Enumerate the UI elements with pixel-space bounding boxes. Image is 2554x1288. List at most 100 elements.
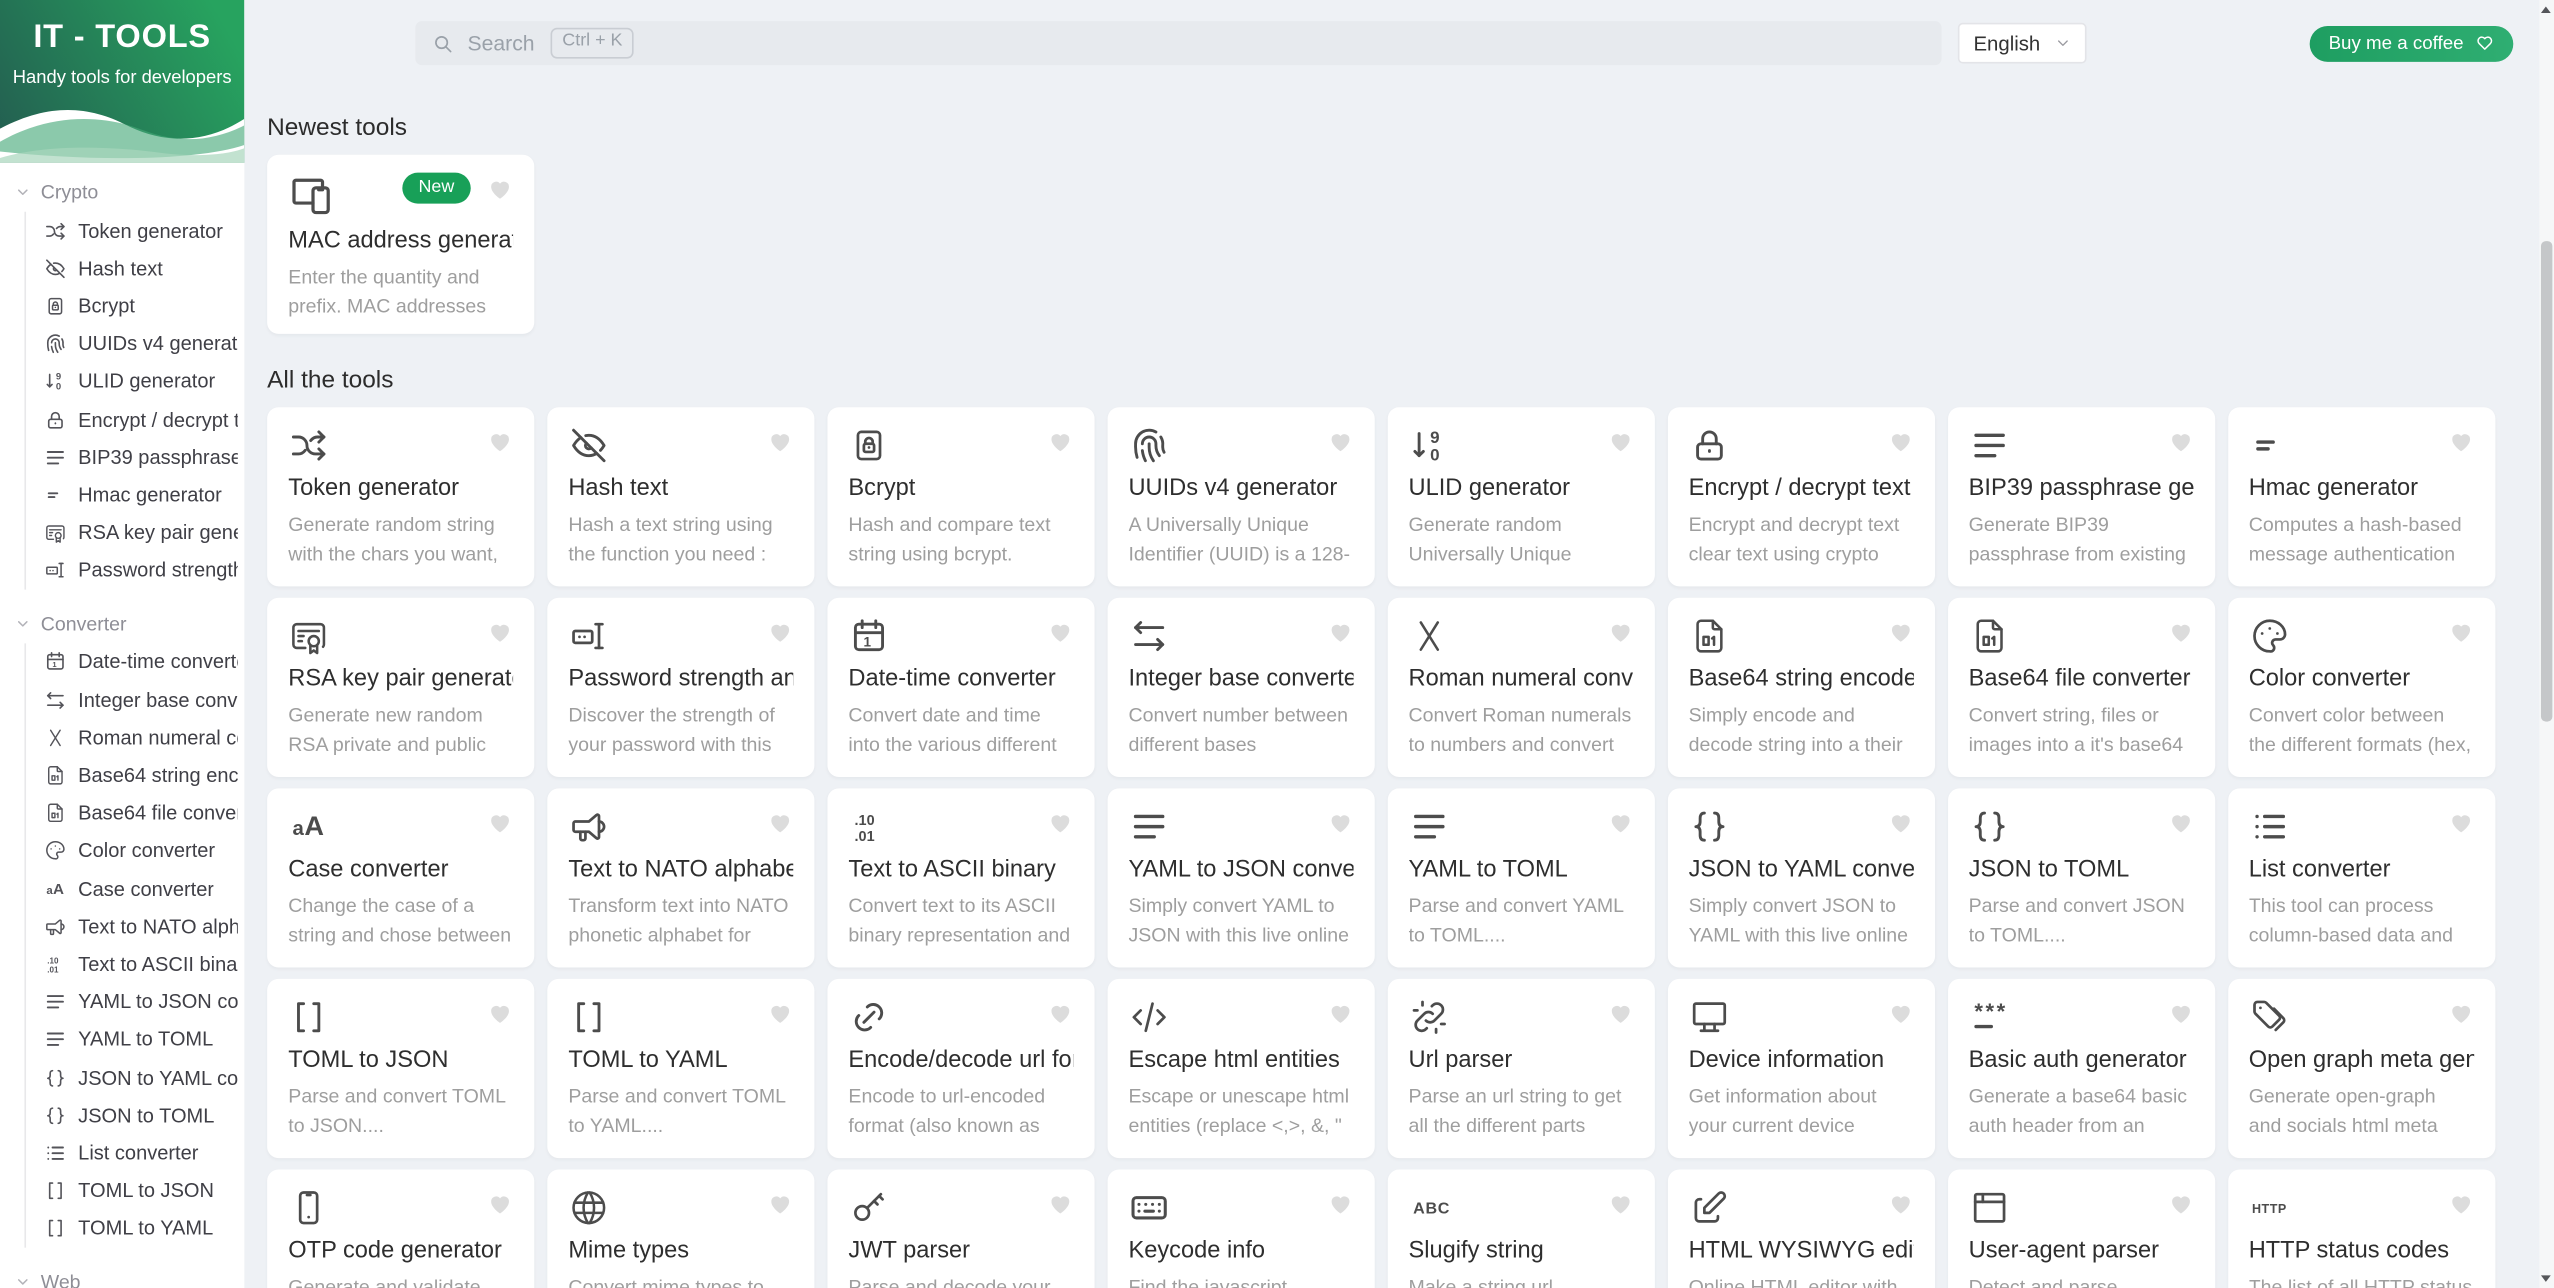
tool-card[interactable]: *** Basic auth generator Generate a base… — [1947, 978, 2215, 1159]
favorite-heart-icon[interactable] — [2167, 619, 2193, 645]
search-input[interactable]: Search Ctrl + K — [415, 21, 1941, 66]
sidebar-item[interactable]: Encrypt / decrypt text — [26, 401, 244, 439]
favorite-heart-icon[interactable] — [2447, 1000, 2473, 1026]
sidebar-item[interactable]: Integer base converter — [26, 681, 244, 719]
sidebar-item[interactable]: Color converter — [26, 832, 244, 870]
tool-card[interactable]: UUIDs v4 generator A Universally Unique … — [1107, 407, 1375, 587]
sidebar-item[interactable]: 1 Date-time converter — [26, 643, 244, 681]
sidebar-item[interactable]: YAML to JSON conver... — [26, 983, 244, 1021]
tool-card[interactable]: Base64 file converter Convert string, fi… — [1947, 597, 2215, 777]
tool-card[interactable]: Token generator Generate random string w… — [267, 407, 535, 587]
tool-card[interactable]: Roman numeral conver... Convert Roman nu… — [1387, 597, 1655, 777]
scrollbar-thumb[interactable] — [2540, 241, 2552, 722]
sidebar-item[interactable]: Text to NATO alphabet — [26, 908, 244, 946]
buy-me-a-coffee-button[interactable]: Buy me a coffee — [2309, 25, 2513, 62]
favorite-heart-icon[interactable] — [487, 619, 513, 645]
tool-card[interactable]: Password strength anal... Discover the s… — [547, 597, 815, 777]
sidebar-section-header[interactable]: Converter — [0, 607, 244, 643]
tool-card[interactable]: Hmac generator Computes a hash-based mes… — [2227, 407, 2495, 587]
scrollbar-up-icon[interactable] — [2539, 0, 2554, 18]
sidebar-item[interactable]: Hmac generator — [26, 476, 244, 514]
language-select[interactable]: English — [1957, 22, 2086, 64]
sidebar-item[interactable]: Base64 file converter — [26, 794, 244, 832]
favorite-heart-icon[interactable] — [1607, 1191, 1633, 1217]
favorite-heart-icon[interactable] — [1047, 619, 1073, 645]
sidebar-item[interactable]: Token generator — [26, 212, 244, 250]
favorite-heart-icon[interactable] — [2447, 1191, 2473, 1217]
tool-card[interactable]: Open graph meta gene... Generate open-gr… — [2227, 978, 2495, 1159]
favorite-heart-icon[interactable] — [487, 176, 513, 202]
tool-card[interactable]: Hash text Hash a text string using the f… — [547, 407, 815, 587]
favorite-heart-icon[interactable] — [1887, 810, 1913, 836]
tool-card[interactable]: List converter This tool can process col… — [2227, 788, 2495, 968]
sidebar-item[interactable]: RSA key pair generator — [26, 514, 244, 552]
tool-card[interactable]: Mime types Convert mime types to — [547, 1169, 815, 1288]
favorite-heart-icon[interactable] — [1327, 810, 1353, 836]
tool-card[interactable]: Encode/decode url for... Encode to url-e… — [827, 978, 1095, 1159]
tool-card[interactable]: YAML to TOML Parse and convert YAML to T… — [1387, 788, 1655, 968]
sidebar-item[interactable]: List converter — [26, 1134, 244, 1172]
tool-card[interactable]: ABC Slugify string Make a string url, fi… — [1387, 1169, 1655, 1288]
favorite-heart-icon[interactable] — [2447, 428, 2473, 454]
tool-card[interactable]: OTP code generator Generate and validate… — [267, 1169, 535, 1288]
tool-card[interactable]: Url parser Parse an url string to get al… — [1387, 978, 1655, 1159]
sidebar-item[interactable]: Roman numeral conv... — [26, 719, 244, 757]
favorite-heart-icon[interactable] — [1887, 428, 1913, 454]
scrollbar[interactable] — [2538, 0, 2554, 1288]
tool-card[interactable]: aA Case converter Change the case of a s… — [267, 788, 535, 968]
tool-card[interactable]: RSA key pair generator Generate new rand… — [267, 597, 535, 777]
favorite-heart-icon[interactable] — [1887, 1000, 1913, 1026]
sidebar-item[interactable]: TOML to YAML — [26, 1210, 244, 1248]
favorite-heart-icon[interactable] — [1607, 619, 1633, 645]
favorite-heart-icon[interactable] — [487, 1191, 513, 1217]
favorite-heart-icon[interactable] — [767, 810, 793, 836]
tool-card[interactable]: TOML to YAML Parse and convert TOML to Y… — [547, 978, 815, 1159]
tool-card[interactable]: Keycode info Find the javascript keycode… — [1107, 1169, 1375, 1288]
sidebar-section-header[interactable]: Crypto — [0, 176, 244, 212]
favorite-heart-icon[interactable] — [1327, 428, 1353, 454]
favorite-heart-icon[interactable] — [1327, 619, 1353, 645]
favorite-heart-icon[interactable] — [767, 619, 793, 645]
favorite-heart-icon[interactable] — [1327, 1000, 1353, 1026]
sidebar-item[interactable]: Hash text — [26, 250, 244, 288]
favorite-heart-icon[interactable] — [2167, 1191, 2193, 1217]
favorite-heart-icon[interactable] — [1887, 619, 1913, 645]
favorite-heart-icon[interactable] — [1327, 1191, 1353, 1217]
favorite-heart-icon[interactable] — [767, 428, 793, 454]
tool-card[interactable]: Color converter Convert color between th… — [2227, 597, 2495, 777]
tool-card[interactable]: Device information Get information about… — [1667, 978, 1935, 1159]
favorite-heart-icon[interactable] — [1607, 428, 1633, 454]
tool-card[interactable]: JWT parser Parse and decode your JSON — [827, 1169, 1095, 1288]
favorite-heart-icon[interactable] — [2167, 810, 2193, 836]
tool-card[interactable]: User-agent parser Detect and parse Brows… — [1947, 1169, 2215, 1288]
sidebar-item[interactable]: Base64 string encode... — [26, 756, 244, 794]
sidebar-item[interactable]: TOML to JSON — [26, 1172, 244, 1210]
favorite-heart-icon[interactable] — [2167, 428, 2193, 454]
favorite-heart-icon[interactable] — [767, 1191, 793, 1217]
favorite-heart-icon[interactable] — [767, 1000, 793, 1026]
sidebar-item[interactable]: aA Case converter — [26, 870, 244, 908]
tool-card[interactable]: 1 Date-time converter Convert date and t… — [827, 597, 1095, 777]
sidebar-item[interactable]: YAML to TOML — [26, 1021, 244, 1059]
favorite-heart-icon[interactable] — [1607, 1000, 1633, 1026]
favorite-heart-icon[interactable] — [2447, 619, 2473, 645]
tool-card[interactable]: HTTP HTTP status codes The list of all H… — [2227, 1169, 2495, 1288]
tool-card[interactable]: JSON to YAML converter Simply convert JS… — [1667, 788, 1935, 968]
tool-card[interactable]: TOML to JSON Parse and convert TOML to J… — [267, 978, 535, 1159]
tool-card[interactable]: YAML to JSON converter Simply convert YA… — [1107, 788, 1375, 968]
favorite-heart-icon[interactable] — [1607, 810, 1633, 836]
favorite-heart-icon[interactable] — [1047, 1000, 1073, 1026]
sidebar-item[interactable]: Password strength an... — [26, 552, 244, 590]
sidebar-item[interactable]: Bcrypt — [26, 287, 244, 325]
favorite-heart-icon[interactable] — [1047, 428, 1073, 454]
sidebar-item[interactable]: JSON to YAML conver... — [26, 1059, 244, 1097]
tool-card[interactable]: Encrypt / decrypt text Encrypt and decry… — [1667, 407, 1935, 587]
sidebar-item[interactable]: UUIDs v4 generator — [26, 325, 244, 363]
sidebar-item[interactable]: JSON to TOML — [26, 1096, 244, 1134]
favorite-heart-icon[interactable] — [487, 1000, 513, 1026]
tool-card[interactable]: JSON to TOML Parse and convert JSON to T… — [1947, 788, 2215, 968]
sidebar-item[interactable]: BIP39 passphrase gen... — [26, 438, 244, 476]
sidebar-item[interactable]: .10.01 Text to ASCII binary — [26, 945, 244, 983]
favorite-heart-icon[interactable] — [487, 428, 513, 454]
tool-card[interactable]: New MAC address generator Enter the quan… — [267, 154, 535, 334]
